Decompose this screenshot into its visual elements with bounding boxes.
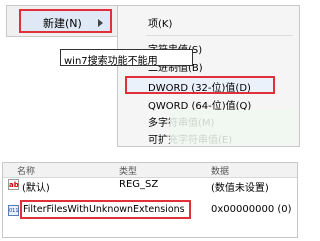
rename-field[interactable]: FilterFilesWithUnknownExtensions xyxy=(20,200,191,219)
value-type: REG_SZ xyxy=(119,179,159,190)
submenu-item-dword-value[interactable]: DWORD (32-位)值(D) xyxy=(148,79,251,94)
column-header-type[interactable]: 类型 xyxy=(119,164,137,177)
value-name: (默认) xyxy=(22,183,50,194)
column-header-data[interactable]: 数据 xyxy=(211,164,229,177)
submenu-item-key[interactable]: 项(K) xyxy=(148,15,172,30)
column-header-row: 名称 类型 数据 xyxy=(3,163,297,178)
new-menu-label: 新建(N) xyxy=(43,17,82,30)
rename-field-text: FilterFilesWithUnknownExtensions xyxy=(23,204,185,215)
binary-value-icon: 011 xyxy=(8,205,19,216)
context-menu-area: 新建(N) 项(K) 字符串值(S) 二进制值(B) DWORD (32-位)值… xyxy=(0,0,300,148)
watermark-blur xyxy=(170,110,295,145)
submenu-arrow-icon xyxy=(98,19,103,27)
registry-values-pane: 名称 类型 数据 ab (默认) REG_SZ (数值未设置) 011 Filt… xyxy=(0,162,300,241)
string-value-icon: ab xyxy=(8,179,19,190)
column-header-name[interactable]: 名称 xyxy=(17,164,35,177)
value-data: (数值未设置) xyxy=(211,183,269,194)
new-submenu: 项(K) 字符串值(S) 二进制值(B) DWORD (32-位)值(D) QW… xyxy=(117,5,300,147)
context-menu: 新建(N) xyxy=(6,5,134,37)
tooltip-text: win7搜索功能不能用 xyxy=(64,56,158,67)
registry-list: 名称 类型 数据 ab (默认) REG_SZ (数值未设置) 011 Filt… xyxy=(2,162,298,238)
value-data: 0x00000000 (0) xyxy=(211,204,292,215)
tooltip: win7搜索功能不能用 xyxy=(60,49,193,67)
new-menu-item[interactable]: 新建(N) xyxy=(19,9,112,33)
menu-divider xyxy=(146,35,293,36)
